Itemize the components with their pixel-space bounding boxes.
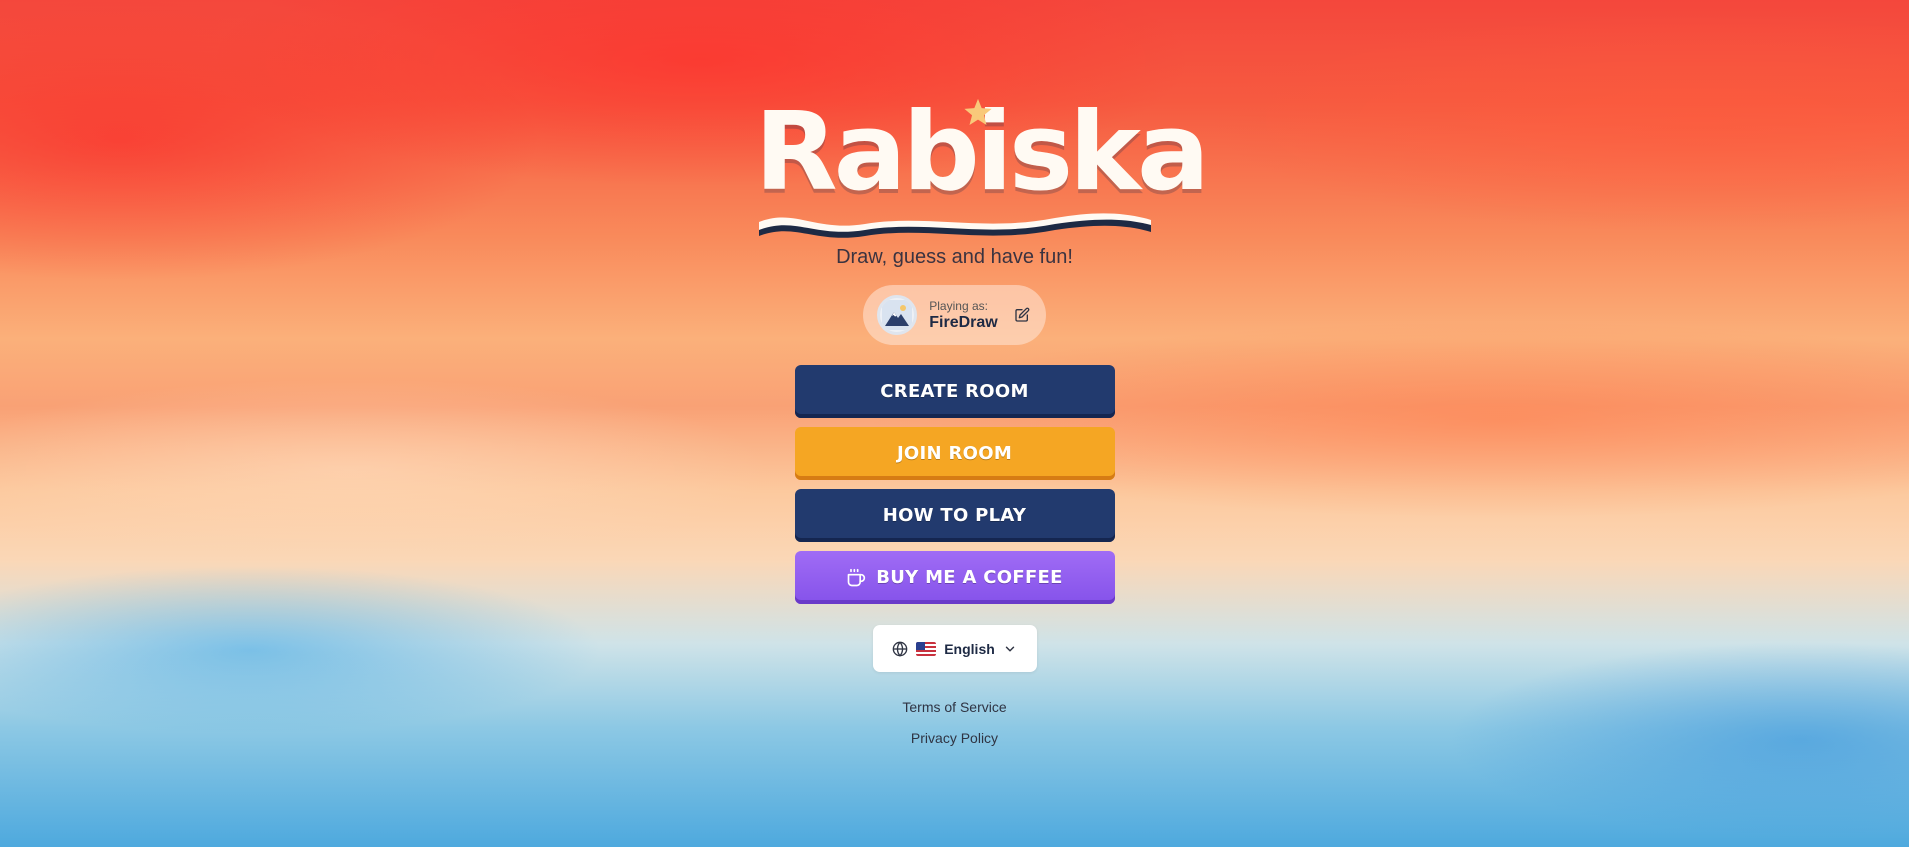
language-select[interactable]: English [872,625,1037,672]
player-name: FireDraw [929,313,998,331]
player-info: Playing as: FireDraw [929,299,997,332]
chevron-down-icon [1005,646,1015,651]
buy-coffee-label: BUY ME A COFFEE [876,567,1063,588]
logo-text: Rabiska [754,90,1210,215]
join-room-label: JOIN ROOM [896,443,1013,464]
globe-icon [892,641,908,657]
player-card: Playing as: FireDraw [863,285,1046,345]
avatar-mountain-icon [882,300,913,330]
terms-link[interactable]: Terms of Service [902,699,1006,715]
star-icon [963,98,992,126]
create-room-button[interactable]: CREATE ROOM [794,365,1115,418]
logo-swoosh [758,213,1151,238]
player-label: Playing as: [929,298,988,313]
how-to-play-button[interactable]: HOW TO PLAY [794,489,1115,542]
join-room-button[interactable]: JOIN ROOM [794,427,1115,480]
us-flag-icon [916,641,937,656]
create-room-label: CREATE ROOM [880,381,1029,402]
coffee-cup-icon [847,568,866,586]
edit-icon [1015,307,1030,322]
home-screen: Rabiska Draw, guess and have fun! Playin… [0,0,1909,847]
avatar [877,295,918,335]
edit-name-button[interactable] [1012,305,1032,325]
tagline: Draw, guess and have fun! [836,246,1073,268]
main-menu: CREATE ROOM JOIN ROOM HOW TO PLAY BUY ME… [794,365,1115,604]
buy-coffee-button[interactable]: BUY ME A COFFEE [794,551,1115,604]
how-to-play-label: HOW TO PLAY [882,505,1027,526]
language-label: English [944,640,995,657]
privacy-link[interactable]: Privacy Policy [911,730,998,746]
app-logo: Rabiska [754,88,1210,238]
